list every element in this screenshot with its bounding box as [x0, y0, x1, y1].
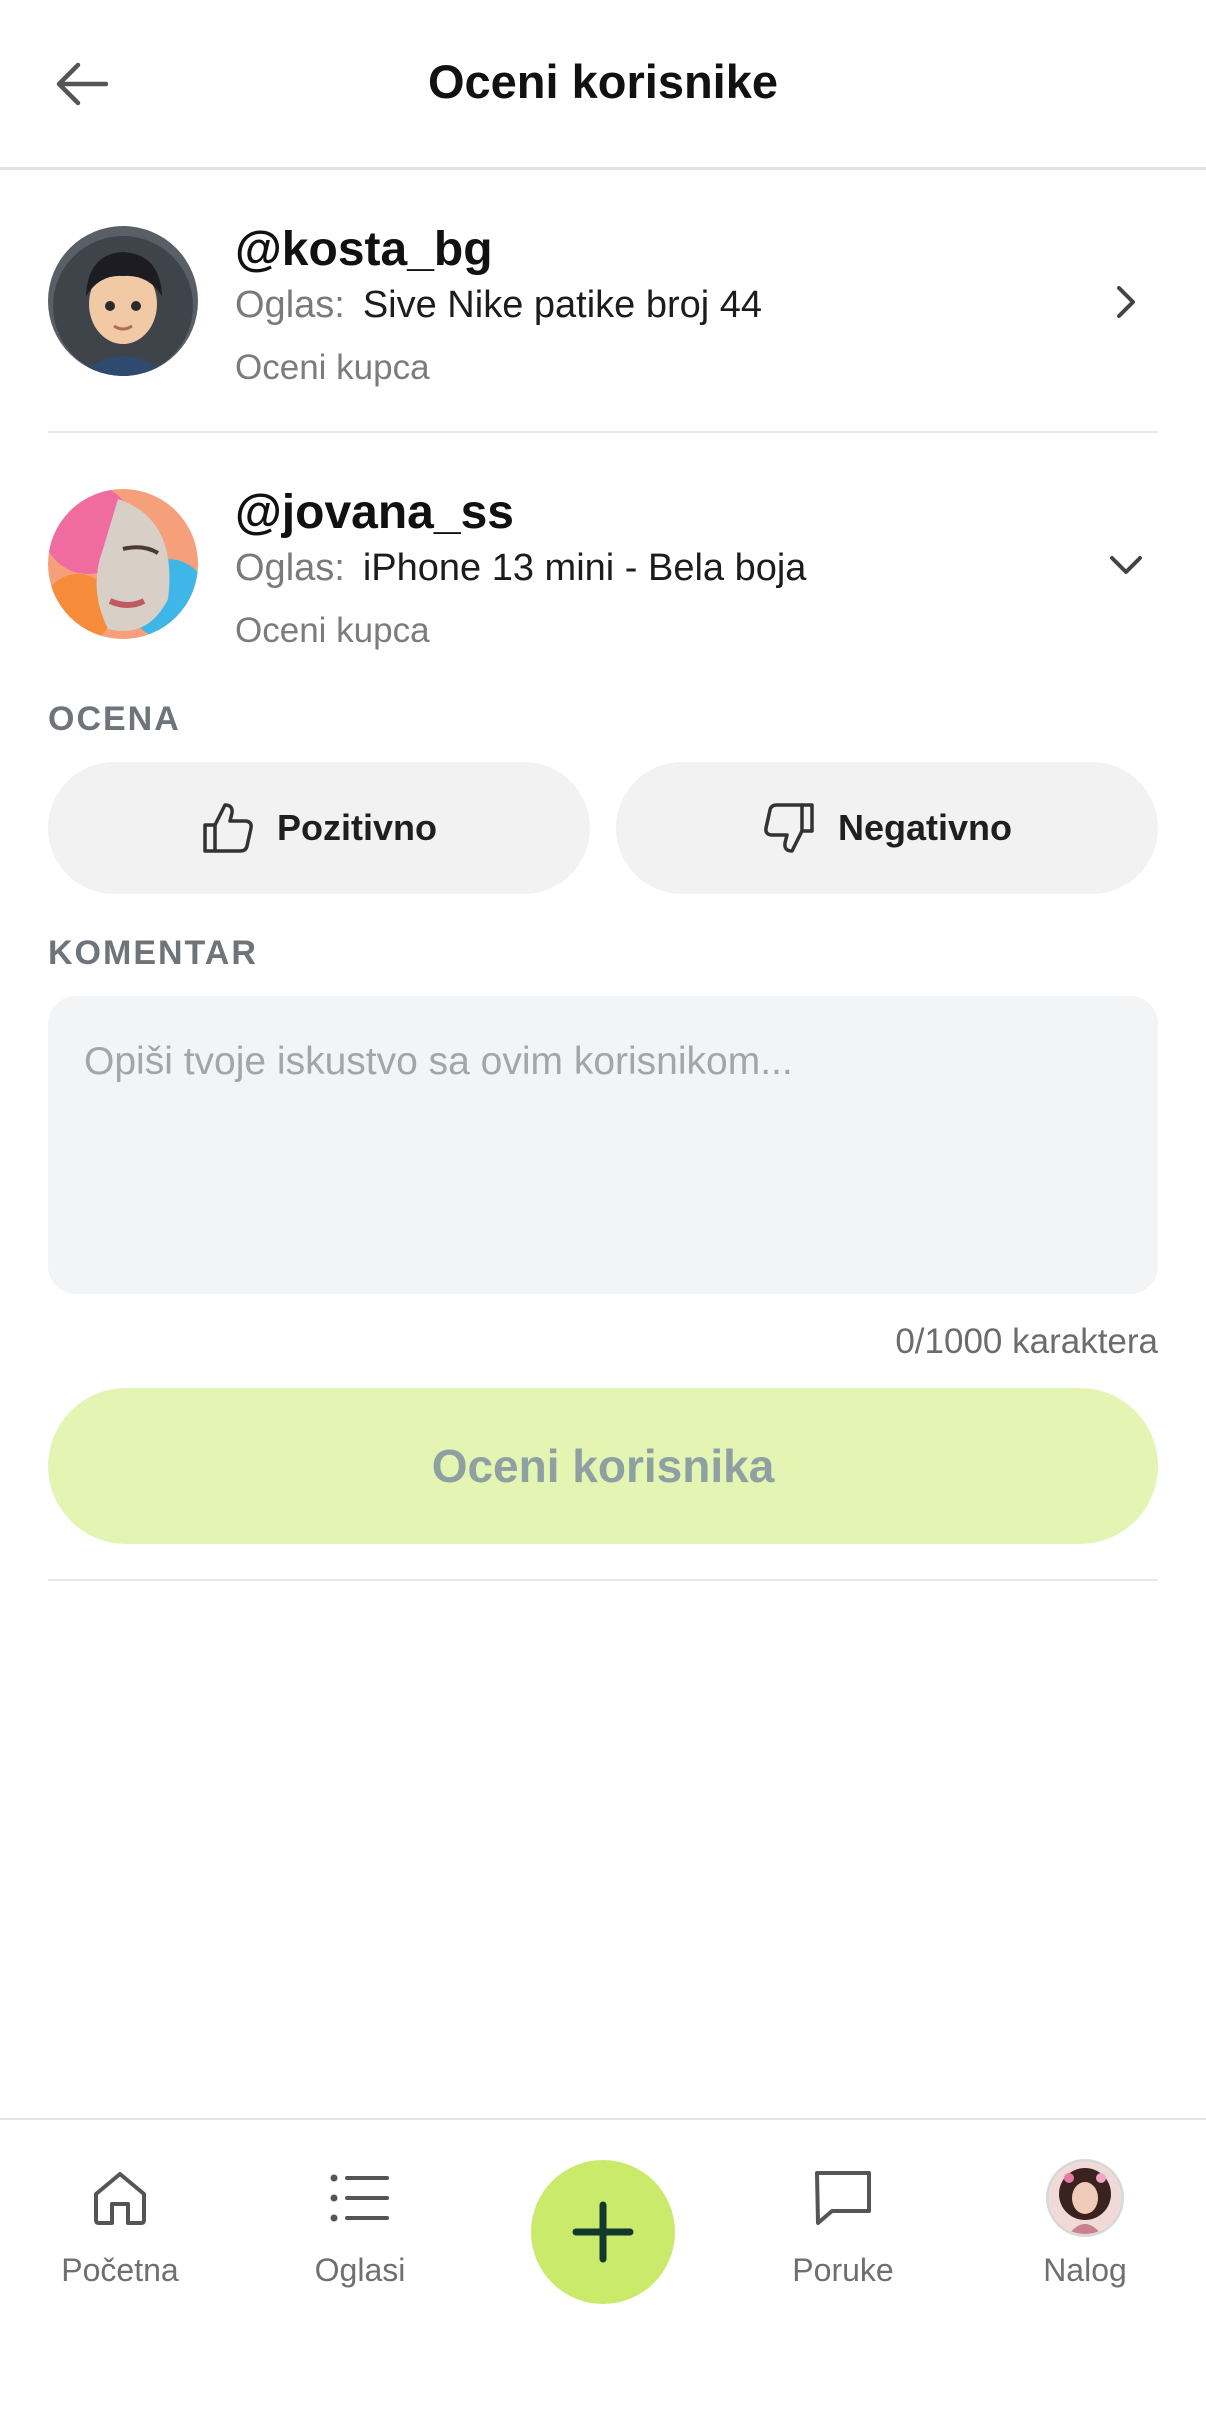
thumbs-down-icon: [764, 803, 814, 853]
tab-messages[interactable]: Poruke: [743, 2162, 943, 2292]
char-counter: 0/1000 karaktera: [895, 1322, 1158, 1361]
ad-label: Oglas:: [235, 547, 345, 589]
username: @kosta_bg: [235, 223, 493, 276]
page-title: Oceni korisnike: [427, 55, 779, 108]
collapse-button[interactable]: [1104, 543, 1148, 587]
avatar: [48, 489, 198, 639]
rate-role-text: Oceni kupca: [235, 611, 430, 650]
chevron-down-icon: [1110, 556, 1142, 574]
list-icon: [330, 2174, 389, 2222]
tab-home[interactable]: Početna: [20, 2162, 220, 2292]
positive-label: Pozitivno: [277, 807, 437, 848]
ad-title: iPhone 13 mini - Bela boja: [362, 547, 807, 589]
tab-ads[interactable]: Oglasi: [260, 2162, 460, 2292]
plus-icon: [572, 2201, 634, 2263]
ad-label: Oglas:: [235, 284, 345, 326]
divider: [48, 1579, 1158, 1581]
tab-label: Poruke: [792, 2252, 894, 2288]
tab-account[interactable]: Nalog: [985, 2159, 1185, 2292]
top-app-bar: Oceni korisnike: [0, 0, 1206, 170]
rating-section-label: OCENA: [48, 700, 181, 738]
avatar: [48, 226, 198, 376]
add-listing-button[interactable]: [531, 2160, 675, 2304]
username: @jovana_ss: [235, 486, 514, 539]
profile-avatar: [1046, 2159, 1124, 2237]
home-icon: [94, 2172, 146, 2225]
user-row-jovana[interactable]: @jovana_ss Oglas: iPhone 13 mini - Bela b…: [48, 485, 1158, 685]
tab-label: Nalog: [1043, 2252, 1127, 2288]
chat-bubble-icon: [815, 2171, 871, 2225]
bottom-tab-bar: Početna Oglasi Poruke Nalog: [0, 2118, 1206, 2436]
negative-rating-button[interactable]: Negativno: [616, 762, 1158, 894]
ad-line: Oglas: Sive Nike patike broj 44: [235, 284, 762, 327]
tab-label: Oglasi: [314, 2252, 406, 2288]
comment-section-label: KOMENTAR: [48, 934, 258, 972]
positive-rating-button[interactable]: Pozitivno: [48, 762, 590, 894]
user-row-kosta[interactable]: @kosta_bg Oglas: Sive Nike patike broj 44…: [48, 222, 1158, 422]
tab-label: Početna: [61, 2252, 179, 2288]
comment-input[interactable]: [48, 996, 1158, 1294]
thumbs-up-icon: [203, 803, 253, 853]
submit-rating-button[interactable]: Oceni korisnika: [48, 1388, 1158, 1544]
chevron-right-icon: [1117, 286, 1135, 318]
expand-button[interactable]: [1104, 280, 1148, 324]
ad-line: Oglas: iPhone 13 mini - Bela boja: [235, 547, 806, 590]
rate-role-text: Oceni kupca: [235, 348, 430, 387]
negative-label: Negativno: [837, 807, 1013, 848]
divider: [48, 431, 1158, 433]
ad-title: Sive Nike patike broj 44: [362, 284, 763, 326]
